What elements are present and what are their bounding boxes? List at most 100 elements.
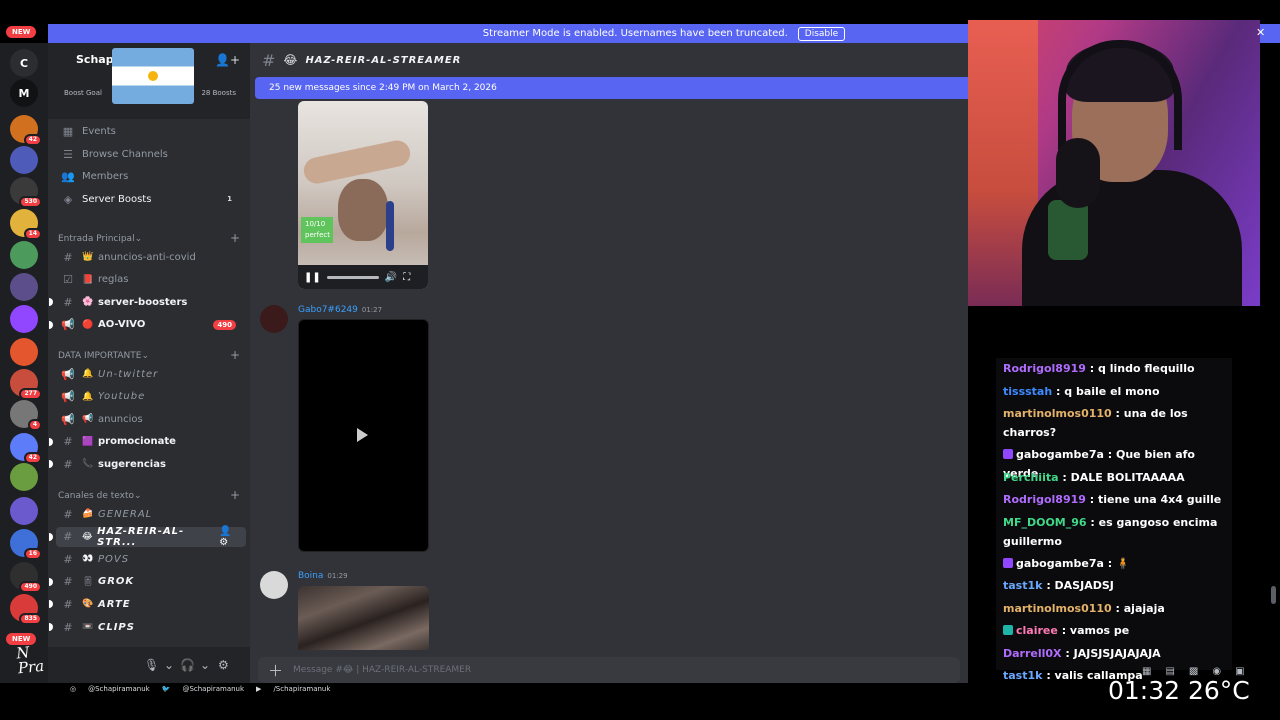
sidebar-item-members[interactable]: 👥 Members xyxy=(56,166,246,186)
hash-icon: # xyxy=(63,435,73,449)
browse-icon: ☰ xyxy=(63,147,73,161)
instagram-icon: ◎ xyxy=(70,685,77,693)
channel-item[interactable]: # 👀 POVS xyxy=(56,549,246,569)
channel-settings-icon[interactable]: 👤⚙ xyxy=(219,526,240,548)
channel-item[interactable]: # 👑 anuncios-anti-covid xyxy=(56,247,246,267)
channel-label: sugerencias xyxy=(98,458,166,470)
count-badge: 1 xyxy=(227,195,232,203)
disable-streamer-mode-button[interactable]: Disable xyxy=(797,26,846,41)
pause-icon[interactable]: ❚❚ xyxy=(304,272,321,283)
server-icon[interactable]: C xyxy=(10,49,38,77)
server-icon[interactable] xyxy=(10,338,38,366)
chat-username[interactable]: gabogambe7a xyxy=(1016,448,1104,461)
channel-item[interactable]: 📢 🔔 Youtube xyxy=(56,387,246,407)
chat-username[interactable]: martinolmos0110 xyxy=(1003,407,1112,420)
channel-item[interactable]: 📢 🔔 Un-twitter xyxy=(56,364,246,384)
chat-username[interactable]: clairee xyxy=(1016,624,1058,637)
add-attachment-icon[interactable]: ＋ xyxy=(268,660,283,681)
channel-item[interactable]: # 📞 sugerencias xyxy=(49,454,246,474)
server-icon[interactable]: M xyxy=(10,79,38,107)
message-composer[interactable]: ＋ Message #😂 | HAZ-REIR-AL-STREAMER xyxy=(258,657,960,683)
video-seek-bar[interactable] xyxy=(326,275,379,279)
server-icon[interactable] xyxy=(10,241,38,269)
server-icon[interactable] xyxy=(10,273,38,301)
server-icon[interactable] xyxy=(10,305,38,333)
sidebar-item-browse-channels[interactable]: ☰ Browse Channels xyxy=(56,144,246,164)
channel-item[interactable]: # 🍰 GENERAL xyxy=(56,504,246,524)
video-attachment[interactable] xyxy=(298,319,429,552)
chat-username[interactable]: gabogambe7a xyxy=(1016,557,1104,570)
server-icon[interactable]: 835 xyxy=(10,594,42,625)
chat-username[interactable]: Darrell0X xyxy=(1003,647,1062,660)
chat-username[interactable]: tissstah xyxy=(1003,385,1052,398)
channel-category[interactable]: DATA IMPORTANTE ⌄ + xyxy=(58,349,240,361)
server-icon[interactable] xyxy=(10,497,38,525)
server-icon[interactable]: 490 xyxy=(10,562,42,593)
message-author[interactable]: Boina 01:29 xyxy=(298,571,348,581)
channel-emoji: 📼 xyxy=(82,622,94,632)
channel-emoji: 👑 xyxy=(82,252,94,262)
volume-icon[interactable]: 🔊 xyxy=(385,272,397,283)
headphones-icon[interactable]: 🎧 xyxy=(180,658,195,672)
microphone-icon[interactable]: 🎙 xyxy=(144,658,159,672)
server-icon[interactable]: 16 xyxy=(10,529,42,560)
chat-message: Rodrigol8919 : tiene una 4x4 guille xyxy=(1003,490,1227,509)
chevron-down-icon[interactable]: ⌄ xyxy=(200,658,210,672)
video-overlay-rating: 10/10 perfect xyxy=(301,217,333,243)
server-icon[interactable]: 530 xyxy=(10,177,42,208)
invite-icon[interactable]: 👤+ xyxy=(215,53,240,67)
chat-username[interactable]: tast1k xyxy=(1003,579,1042,592)
video-attachment[interactable]: 10/10 perfect ❚❚ 🔊 ⛶ xyxy=(298,101,428,289)
message-input[interactable]: Message #😂 | HAZ-REIR-AL-STREAMER xyxy=(293,665,471,675)
new-messages-bar[interactable]: 25 new messages since 2:49 PM on March 2… xyxy=(255,77,968,99)
headset-shape xyxy=(1058,40,1182,150)
chat-username[interactable]: MF_DOOM_96 xyxy=(1003,516,1087,529)
chat-message: Perchiita : DALE BOLITAAAAA xyxy=(1003,468,1227,487)
channel-label: Un-twitter xyxy=(98,368,159,380)
server-icon[interactable]: 4 xyxy=(10,400,42,431)
fullscreen-icon[interactable]: ⛶ xyxy=(403,272,410,283)
server-icon[interactable] xyxy=(10,463,38,491)
chevron-down-icon[interactable]: ⌄ xyxy=(164,658,174,672)
channel-item[interactable]: # 📼 CLIPS xyxy=(49,617,246,637)
server-icon[interactable]: 42 xyxy=(10,115,42,146)
message-author[interactable]: Gabo7#6249 01:27 xyxy=(298,305,382,315)
channel-item[interactable]: ☑ 📕 reglas xyxy=(56,270,246,290)
close-icon[interactable]: ✕ xyxy=(1256,26,1265,39)
channel-item[interactable]: # 😂 HAZ-REIR-AL-STR... 👤⚙ xyxy=(49,526,246,548)
channel-item[interactable]: 📢 📢 anuncios xyxy=(56,409,246,429)
channel-item[interactable]: 📢 🔴 AO-VIVO 490 xyxy=(49,315,246,335)
server-icon[interactable]: 14 xyxy=(10,209,42,240)
channel-title: HAZ-REIR-AL-STREAMER xyxy=(305,54,462,66)
chat-username[interactable]: Perchiita xyxy=(1003,471,1059,484)
sidebar-item-server-boosts[interactable]: ◈ Server Boosts 1 xyxy=(56,189,246,209)
add-channel-icon[interactable]: + xyxy=(230,232,240,244)
server-icon[interactable]: 277 xyxy=(10,369,42,400)
channel-item[interactable]: # 🌸 server-boosters xyxy=(49,292,246,312)
server-icon[interactable] xyxy=(10,146,38,174)
add-channel-icon[interactable]: + xyxy=(230,349,240,361)
image-attachment[interactable] xyxy=(298,586,429,650)
new-messages-text: 25 new messages since 2:49 PM on March 2… xyxy=(269,83,497,93)
chat-username[interactable]: martinolmos0110 xyxy=(1003,602,1112,615)
add-channel-icon[interactable]: + xyxy=(230,489,240,501)
server-icon[interactable]: 42 xyxy=(10,433,42,464)
chat-username[interactable]: tast1k xyxy=(1003,669,1042,682)
channel-label: reglas xyxy=(98,274,129,286)
channel-item[interactable]: # 🎚 GROK xyxy=(49,572,246,592)
channel-category[interactable]: Canales de texto ⌄ + xyxy=(58,489,240,501)
channel-item[interactable]: # 🎨 ARTE xyxy=(49,594,246,614)
chat-username[interactable]: Rodrigol8919 xyxy=(1003,362,1086,375)
settings-gear-icon[interactable]: ⚙ xyxy=(218,658,229,672)
channel-category[interactable]: Entrada Principal ⌄ + xyxy=(58,232,240,244)
channel-emoji: 🍰 xyxy=(82,509,94,519)
chat-username[interactable]: Rodrigol8919 xyxy=(1003,493,1086,506)
avatar[interactable] xyxy=(260,305,288,333)
scrollbar[interactable] xyxy=(1271,586,1276,604)
avatar[interactable] xyxy=(260,571,288,599)
chat-text: : 🧍 xyxy=(1107,556,1130,570)
sidebar-item-events[interactable]: ▦ Events xyxy=(56,121,246,141)
microphone-shape xyxy=(1056,138,1100,208)
channel-item[interactable]: # 🟪 promocionate xyxy=(49,432,246,452)
play-icon[interactable] xyxy=(357,428,368,442)
